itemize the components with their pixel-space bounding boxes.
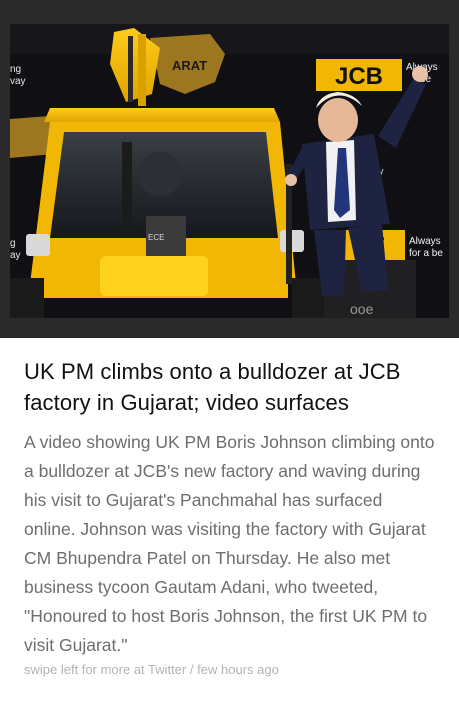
backdrop-text: vay bbox=[10, 76, 26, 87]
news-card[interactable]: JCB Always be ng vay g ay ARAT CE Always… bbox=[0, 0, 459, 720]
tagline-text: for a be bbox=[409, 248, 443, 259]
tagline-text: Always bbox=[409, 236, 441, 247]
machine-label: ECE bbox=[148, 233, 164, 242]
article-body: A video showing UK PM Boris Johnson clim… bbox=[24, 432, 435, 655]
backdrop-text: g bbox=[10, 238, 16, 249]
bulldozer-photo: JCB Always be ng vay g ay ARAT CE Always… bbox=[10, 24, 449, 318]
backdrop-text: ay bbox=[10, 250, 21, 261]
bulldozer: ECE bbox=[10, 108, 324, 318]
article-image: JCB Always be ng vay g ay ARAT CE Always… bbox=[0, 0, 459, 338]
article-headline[interactable]: UK PM climbs onto a bulldozer at JCB fac… bbox=[24, 356, 436, 418]
backdrop-text: ARAT bbox=[172, 58, 207, 73]
machine-label: ooe bbox=[350, 301, 374, 317]
backdrop-text: ng bbox=[10, 64, 21, 75]
jcb-logo: JCB bbox=[335, 63, 383, 90]
article-text: UK PM climbs onto a bulldozer at JCB fac… bbox=[24, 356, 436, 660]
source-footer[interactable]: swipe left for more at Twitter / few hou… bbox=[24, 662, 279, 677]
